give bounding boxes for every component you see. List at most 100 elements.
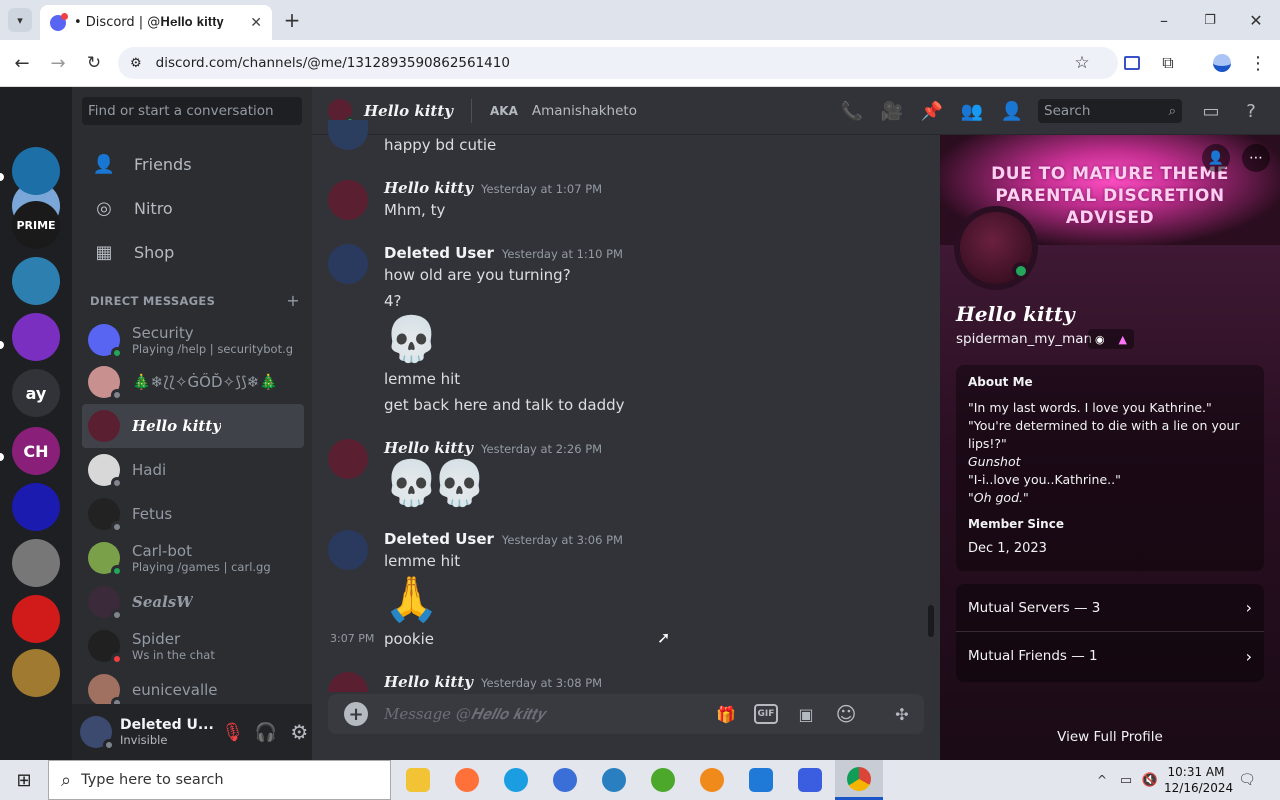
mutual-servers-row[interactable]: Mutual Servers — 3 ›: [956, 584, 1264, 632]
firefox-icon[interactable]: [443, 760, 491, 800]
settings-gear-icon[interactable]: ⚙: [287, 720, 312, 744]
headphones-icon[interactable]: 🎧: [253, 722, 278, 743]
chat-scrollbar[interactable]: [928, 605, 934, 637]
inbox-icon[interactable]: ▭: [1198, 98, 1224, 124]
dm-item[interactable]: Security Playing /help | securitybot.gg: [82, 318, 304, 362]
message-timestamp: Yesterday at 1:07 PM: [481, 182, 603, 196]
close-tab-icon[interactable]: ✕: [250, 15, 262, 31]
server-icon[interactable]: [12, 649, 60, 697]
reload-icon[interactable]: ↻: [82, 51, 106, 75]
user-avatar[interactable]: [80, 716, 115, 751]
chrome-taskbar-icon[interactable]: [835, 760, 883, 800]
minimize-icon[interactable]: –: [1150, 8, 1178, 32]
gift-icon[interactable]: 🎁: [714, 702, 738, 726]
message-avatar[interactable]: [328, 244, 368, 284]
server-icon[interactable]: [12, 313, 60, 361]
restore-icon[interactable]: ❐: [1196, 8, 1224, 32]
browser-globe-icon[interactable]: [541, 760, 589, 800]
mutual-friends-row[interactable]: Mutual Friends — 1 ›: [956, 632, 1264, 680]
mute-mic-icon[interactable]: 🎙: [220, 722, 245, 743]
network-icon[interactable]: ▭: [1116, 770, 1136, 790]
server-icon[interactable]: ay: [12, 369, 60, 417]
message-text: Mhm, ty: [384, 201, 446, 219]
voice-call-icon[interactable]: 📞: [839, 98, 865, 124]
profile-username: spiderman_my_man: [956, 331, 1093, 347]
server-icon[interactable]: [12, 595, 60, 643]
gif-icon[interactable]: GIF: [754, 704, 778, 724]
help-icon[interactable]: ?: [1238, 98, 1264, 124]
menu-kebab-icon[interactable]: ⋮: [1246, 51, 1270, 75]
pinned-messages-icon[interactable]: 📌: [919, 98, 945, 124]
sticker-icon[interactable]: ▣: [794, 702, 818, 726]
taskbar-clock[interactable]: 10:31 AM 12/16/2024: [1164, 764, 1233, 796]
file-explorer-icon[interactable]: [394, 760, 442, 800]
bookmark-star-icon[interactable]: ☆: [1070, 51, 1094, 75]
dm-item[interactable]: 𝑯𝒆𝒍𝒍𝒐 𝒌𝒊𝒕𝒕𝒚: [82, 404, 304, 448]
extensions-puzzle-icon[interactable]: ⧉: [1156, 51, 1180, 75]
nav-shop[interactable]: ▦ Shop: [82, 231, 304, 273]
browser-tab[interactable]: • Discord | @𝐇𝐞𝐥𝐥𝐨 𝐤𝐢𝐭𝐭𝐲 ✕: [40, 5, 272, 40]
tab-search-icon[interactable]: ▾: [8, 8, 32, 32]
back-icon[interactable]: ←: [10, 51, 34, 75]
user-profile-toggle-icon[interactable]: 👤: [999, 98, 1025, 124]
profile-avatar[interactable]: [954, 206, 1038, 290]
volume-muted-icon[interactable]: 🔇: [1140, 770, 1160, 790]
attach-plus-icon[interactable]: +: [344, 702, 368, 726]
nav-friends[interactable]: 👤 Friends: [82, 143, 304, 185]
add-friend-icon[interactable]: 👤: [1202, 144, 1230, 172]
message-avatar[interactable]: [328, 180, 368, 220]
message-avatar[interactable]: [328, 672, 368, 692]
message-avatar[interactable]: [328, 530, 368, 570]
add-friends-to-dm-icon[interactable]: 👥: [959, 98, 985, 124]
find-conversation-input[interactable]: Find or start a conversation: [82, 97, 302, 125]
header-username[interactable]: 𝑯𝒆𝒍𝒍𝒐 𝒌𝒊𝒕𝒕𝒚: [364, 102, 453, 120]
server-icon[interactable]: CH: [12, 427, 60, 475]
vscode-icon[interactable]: [737, 760, 785, 800]
taskbar-search-box[interactable]: ⌕ Type here to search: [48, 760, 391, 800]
dm-item[interactable]: Hadi: [82, 448, 304, 492]
forward-icon[interactable]: →: [46, 51, 70, 75]
extension-icon[interactable]: [1120, 51, 1144, 75]
close-window-icon[interactable]: ✕: [1242, 8, 1270, 32]
notifications-icon[interactable]: 🗨: [1236, 770, 1258, 790]
site-info-icon[interactable]: ⚙: [130, 56, 142, 71]
server-icon[interactable]: [12, 483, 60, 531]
message-author[interactable]: 𝑯𝒆𝒍𝒍𝒐 𝒌𝒊𝒕𝒕𝒚 Yesterday at 2:26 PM: [384, 439, 602, 457]
windows-start-icon[interactable]: ⊞: [0, 760, 48, 800]
new-tab-icon[interactable]: +: [280, 8, 304, 32]
server-icon[interactable]: [12, 539, 60, 587]
message-author[interactable]: Deleted User Yesterday at 1:10 PM: [384, 244, 623, 262]
message-avatar[interactable]: [328, 120, 368, 150]
utorrent-icon[interactable]: [639, 760, 687, 800]
dm-avatar: [88, 410, 120, 442]
more-options-icon[interactable]: ⋯: [1242, 144, 1270, 172]
dm-item[interactable]: 𝑺𝒆𝒂𝒍𝒔𝑾: [82, 580, 304, 624]
view-full-profile-link[interactable]: View Full Profile: [940, 729, 1280, 745]
video-call-icon[interactable]: 🎥: [879, 98, 905, 124]
status-indicator: [111, 565, 123, 577]
app-icon[interactable]: [786, 760, 834, 800]
message-avatar[interactable]: [328, 439, 368, 479]
nav-nitro[interactable]: ◎ Nitro: [82, 187, 304, 229]
message-author[interactable]: 𝑯𝒆𝒍𝒍𝒐 𝒌𝒊𝒕𝒕𝒚 Yesterday at 3:08 PM: [384, 673, 602, 691]
apps-icon[interactable]: ✣: [890, 702, 914, 726]
dm-item[interactable]: Fetus: [82, 492, 304, 536]
emoji-icon[interactable]: ☺: [834, 702, 858, 726]
app-icon[interactable]: [590, 760, 638, 800]
server-icon[interactable]: [12, 257, 60, 305]
create-dm-button[interactable]: +: [286, 291, 300, 310]
message-author[interactable]: 𝑯𝒆𝒍𝒍𝒐 𝒌𝒊𝒕𝒕𝒚 Yesterday at 1:07 PM: [384, 179, 602, 197]
dm-item[interactable]: 🎄❄⟅⟅✧ĠŐĎ✧⟆⟆❄🎄: [82, 360, 304, 404]
message-author[interactable]: Deleted User Yesterday at 3:06 PM: [384, 530, 623, 548]
search-app-icon[interactable]: [688, 760, 736, 800]
edge-icon[interactable]: [492, 760, 540, 800]
address-bar[interactable]: ⚙ discord.com/channels/@me/1312893590862…: [118, 47, 1118, 79]
dm-item[interactable]: Carl-bot Playing /games | carl.gg: [82, 536, 304, 580]
chat-search-input[interactable]: Search ⌕: [1038, 99, 1182, 123]
show-hidden-icons-icon[interactable]: ^: [1094, 770, 1110, 790]
dm-item[interactable]: Spider Ws in the chat: [82, 624, 304, 668]
server-icon[interactable]: [12, 147, 60, 195]
profile-icon[interactable]: [1210, 51, 1234, 75]
server-icon[interactable]: PRIME: [12, 201, 60, 249]
chat-search-placeholder: Search: [1044, 103, 1091, 119]
